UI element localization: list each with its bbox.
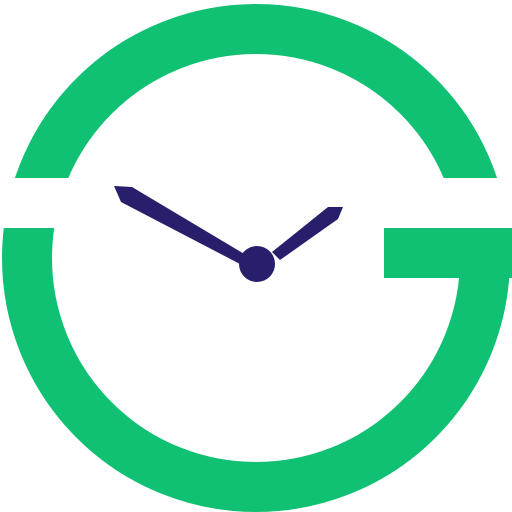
clock-logo xyxy=(0,0,512,512)
center-pin xyxy=(239,246,275,282)
hour-hand xyxy=(114,186,246,264)
g-crossbar xyxy=(384,228,512,278)
clock-g-logo-icon xyxy=(2,4,512,512)
minute-hand xyxy=(272,207,343,260)
